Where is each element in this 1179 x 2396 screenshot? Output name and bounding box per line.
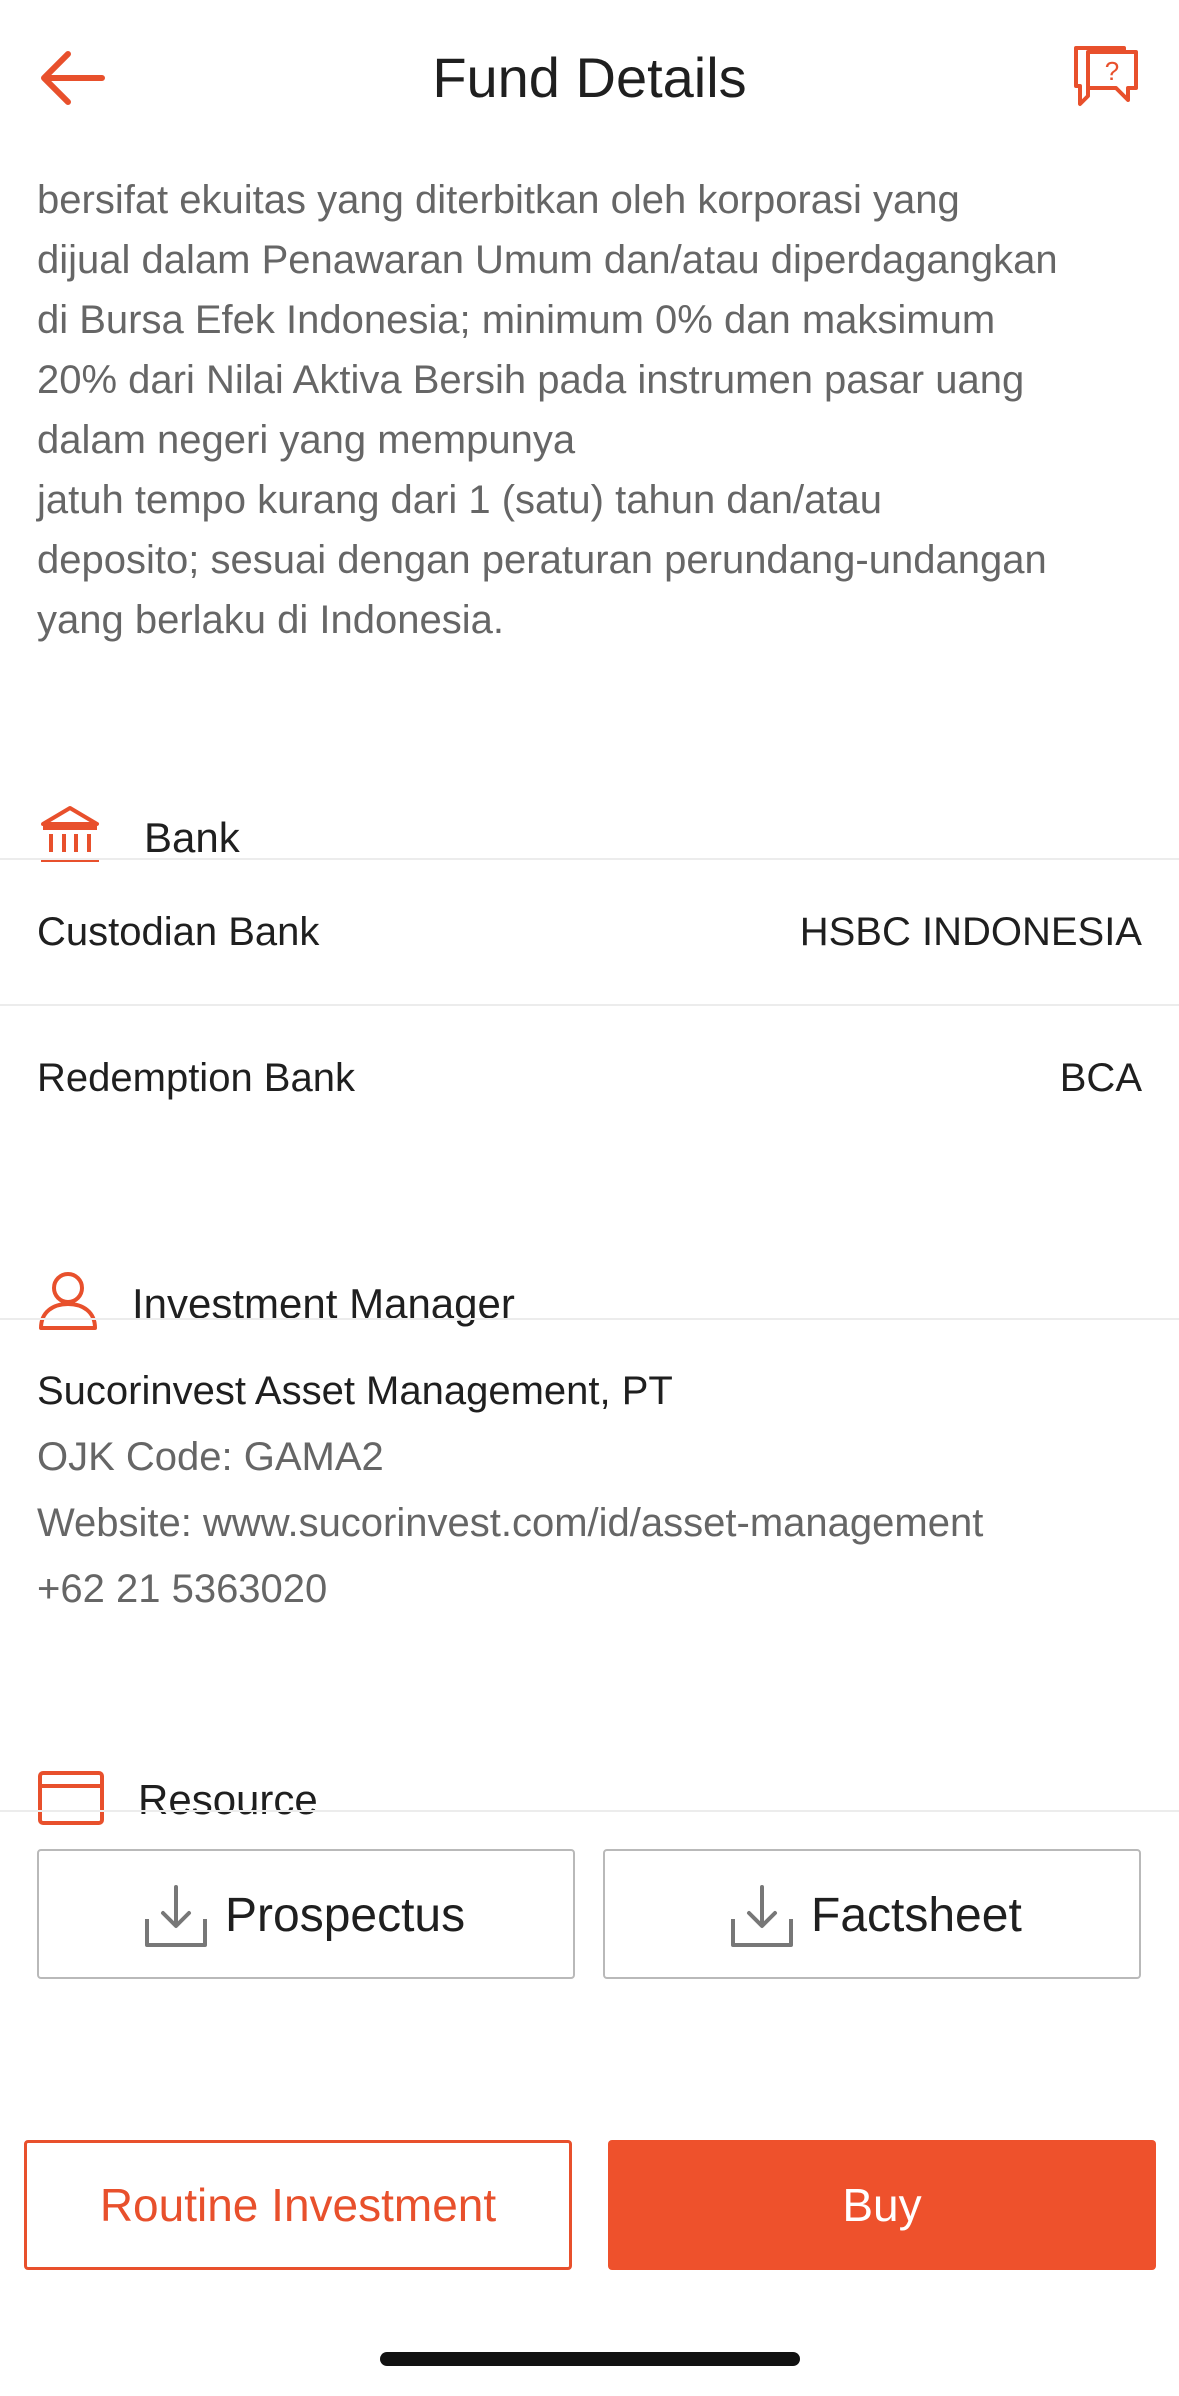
redemption-bank-row: Redemption Bank BCA <box>0 1006 1179 1150</box>
svg-text:?: ? <box>1105 56 1119 86</box>
description-line: deposito; sesuai dengan peraturan perund… <box>37 538 1047 582</box>
user-icon <box>39 1272 97 1330</box>
prospectus-download-button[interactable]: Prospectus <box>37 1849 575 1979</box>
description-line: dalam negeri yang mempunya <box>37 418 576 462</box>
divider <box>0 1318 1179 1320</box>
description-line: jatuh tempo kurang dari 1 (satu) tahun d… <box>37 478 882 522</box>
card-icon <box>38 1771 104 1825</box>
investment-manager-section-header: Investment Manager <box>0 1246 1179 1356</box>
download-icon <box>145 1885 207 1947</box>
manager-website[interactable]: Website: www.sucorinvest.com/id/asset-ma… <box>37 1490 1147 1556</box>
routine-investment-button[interactable]: Routine Investment <box>24 2140 572 2270</box>
resource-section-header: Resource <box>0 1742 1179 1852</box>
manager-name: Sucorinvest Asset Management, PT <box>37 1369 673 1413</box>
custodian-bank-label: Custodian Bank <box>37 910 320 954</box>
description-line: dijual dalam Penawaran Umum dan/atau dip… <box>37 238 1058 282</box>
page-title: Fund Details <box>432 46 747 109</box>
download-icon <box>731 1885 793 1947</box>
help-chat-button[interactable]: ? <box>1072 40 1152 116</box>
prospectus-label: Prospectus <box>225 1889 466 1942</box>
divider <box>0 1810 1179 1812</box>
factsheet-download-button[interactable]: Factsheet <box>603 1849 1141 1979</box>
description-line: yang berlaku di Indonesia. <box>37 598 504 642</box>
redemption-bank-value: BCA <box>1059 1056 1142 1100</box>
resource-heading: Resource <box>138 1776 318 1823</box>
top-app-bar: Fund Details ? <box>0 0 1179 150</box>
buy-button[interactable]: Buy <box>608 2140 1156 2270</box>
manager-phone[interactable]: +62 21 5363020 <box>37 1556 1147 1622</box>
factsheet-label: Factsheet <box>811 1889 1022 1942</box>
investment-manager-info: Sucorinvest Asset Management, PT OJK Cod… <box>37 1358 1147 1622</box>
custodian-bank-value: HSBC INDONESIA <box>799 910 1142 954</box>
fund-policy-description: bersifat ekuitas yang diterbitkan oleh k… <box>37 170 1147 650</box>
description-line: di Bursa Efek Indonesia; minimum 0% dan … <box>37 298 996 342</box>
description-line: 20% dari Nilai Aktiva Bersih pada instru… <box>37 358 1025 402</box>
resource-buttons: Prospectus Factsheet <box>0 1849 1179 1979</box>
investment-manager-heading: Investment Manager <box>132 1280 515 1327</box>
home-indicator[interactable] <box>380 2352 800 2366</box>
description-line: bersifat ekuitas yang diterbitkan oleh k… <box>37 178 960 222</box>
redemption-bank-label: Redemption Bank <box>37 1056 355 1100</box>
help-chat-icon: ? <box>1074 46 1138 106</box>
custodian-bank-row: Custodian Bank HSBC INDONESIA <box>0 860 1179 1004</box>
ojk-code: OJK Code: GAMA2 <box>37 1435 384 1479</box>
